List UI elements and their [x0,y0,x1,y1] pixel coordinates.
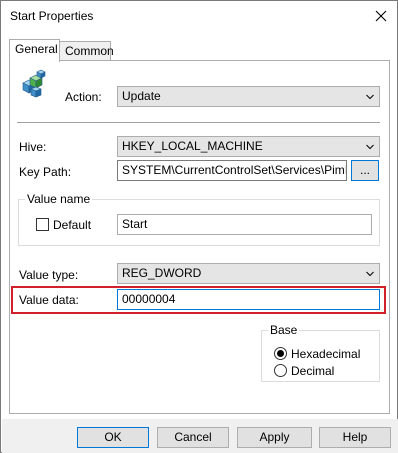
value-type-dropdown[interactable]: REG_DWORD [117,263,380,284]
apply-button[interactable]: Apply [237,427,312,448]
action-dropdown[interactable]: Update [117,86,380,107]
action-label: Action: [65,90,102,104]
window-title: Start Properties [10,9,94,23]
value-type-value: REG_DWORD [122,266,202,280]
chevron-down-icon [366,94,374,100]
tab-general[interactable]: General [9,39,60,62]
decimal-label: Decimal [291,364,335,378]
value-data-label: Value data: [19,293,79,307]
title-bar: Start Properties [1,1,397,31]
value-name-group-label: Value name [25,192,93,206]
hexadecimal-radio[interactable] [274,347,287,360]
properties-dialog: Start Properties General Common Action: … [0,0,398,453]
ok-button[interactable]: OK [77,427,149,448]
chevron-down-icon [366,271,374,277]
tab-strip: General Common [9,39,389,62]
default-checkbox[interactable] [36,218,49,231]
decimal-radio[interactable] [274,364,287,377]
chevron-down-icon [366,144,374,150]
close-button[interactable] [365,1,397,31]
action-value: Update [122,89,161,103]
cancel-button[interactable]: Cancel [157,427,229,448]
section-divider [17,122,380,123]
tab-common-label: Common [65,44,114,58]
hive-dropdown[interactable]: HKEY_LOCAL_MACHINE [117,136,380,157]
help-button[interactable]: Help [319,427,391,448]
registry-icon [22,69,46,98]
close-icon [375,10,387,22]
tab-general-label: General [15,42,58,56]
key-path-label: Key Path: [19,165,72,179]
base-group-label: Base [268,323,300,337]
browse-button[interactable]: ... [351,160,379,181]
default-label: Default [53,218,92,232]
value-name-input[interactable]: Start [117,214,372,235]
value-type-label: Value type: [19,268,79,282]
hive-label: Hive: [19,140,47,154]
hive-value: HKEY_LOCAL_MACHINE [122,139,263,153]
value-data-input[interactable]: 00000004 [117,289,380,310]
key-path-input[interactable]: SYSTEM\CurrentControlSet\Services\PimInd… [117,160,347,181]
tab-common[interactable]: Common [59,41,114,61]
hexadecimal-label: Hexadecimal [291,347,361,361]
